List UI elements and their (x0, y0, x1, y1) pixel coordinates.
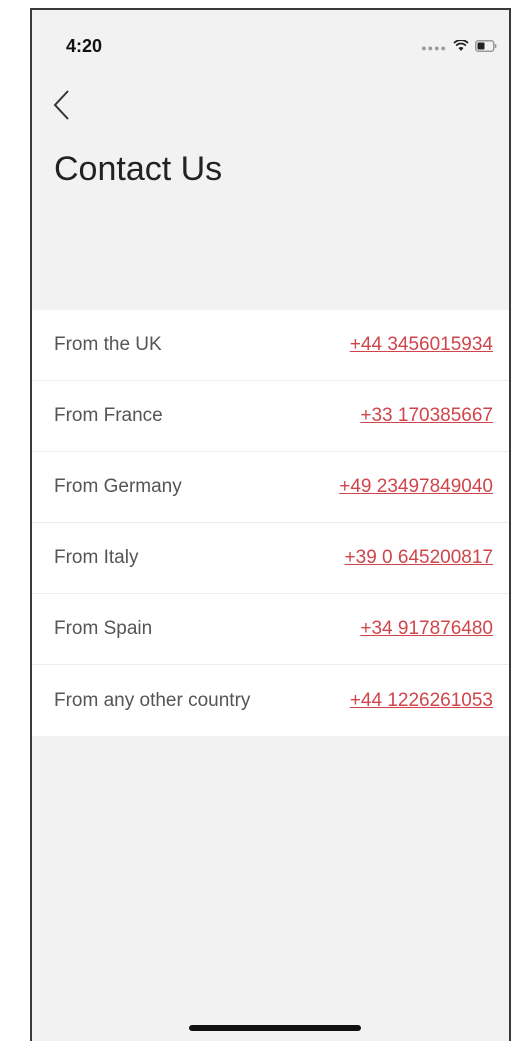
signal-dots-icon: ●●●● (421, 42, 447, 53)
contact-row-italy: From Italy +39 0 645200817 (32, 523, 509, 594)
home-indicator[interactable] (189, 1025, 361, 1031)
phone-link-germany[interactable]: +49 23497849040 (339, 476, 493, 498)
contact-label: From Italy (54, 547, 139, 568)
contact-row-germany: From Germany +49 23497849040 (32, 452, 509, 523)
back-button[interactable] (52, 88, 82, 124)
contact-label: From Spain (54, 618, 153, 639)
status-bar: 4:20 ●●●● (32, 10, 509, 70)
contact-row-other: From any other country +44 1226261053 (32, 665, 509, 736)
contact-row-uk: From the UK +44 3456015934 (32, 310, 509, 381)
page-title: Contact Us (54, 150, 223, 188)
contact-label: From any other country (54, 689, 251, 711)
wifi-icon (453, 39, 469, 57)
chevron-left-icon (52, 90, 72, 126)
battery-icon (475, 39, 497, 57)
phone-link-other[interactable]: +44 1226261053 (350, 690, 493, 712)
phone-link-france[interactable]: +33 170385667 (360, 405, 493, 427)
contact-label: From the UK (54, 334, 162, 355)
status-icons: ●●●● (421, 39, 497, 57)
status-time: 4:20 (66, 36, 103, 56)
contact-label: From France (54, 405, 163, 426)
phone-link-italy[interactable]: +39 0 645200817 (345, 547, 493, 569)
contact-row-spain: From Spain +34 917876480 (32, 594, 509, 665)
phone-link-spain[interactable]: +34 917876480 (360, 618, 493, 640)
contact-label: From Germany (54, 476, 182, 497)
phone-screen: 4:20 ●●●● Contact Us From the UK +44 345… (30, 8, 511, 1041)
phone-link-uk[interactable]: +44 3456015934 (350, 334, 493, 356)
contact-list: From the UK +44 3456015934 From France +… (32, 310, 509, 736)
contact-row-france: From France +33 170385667 (32, 381, 509, 452)
